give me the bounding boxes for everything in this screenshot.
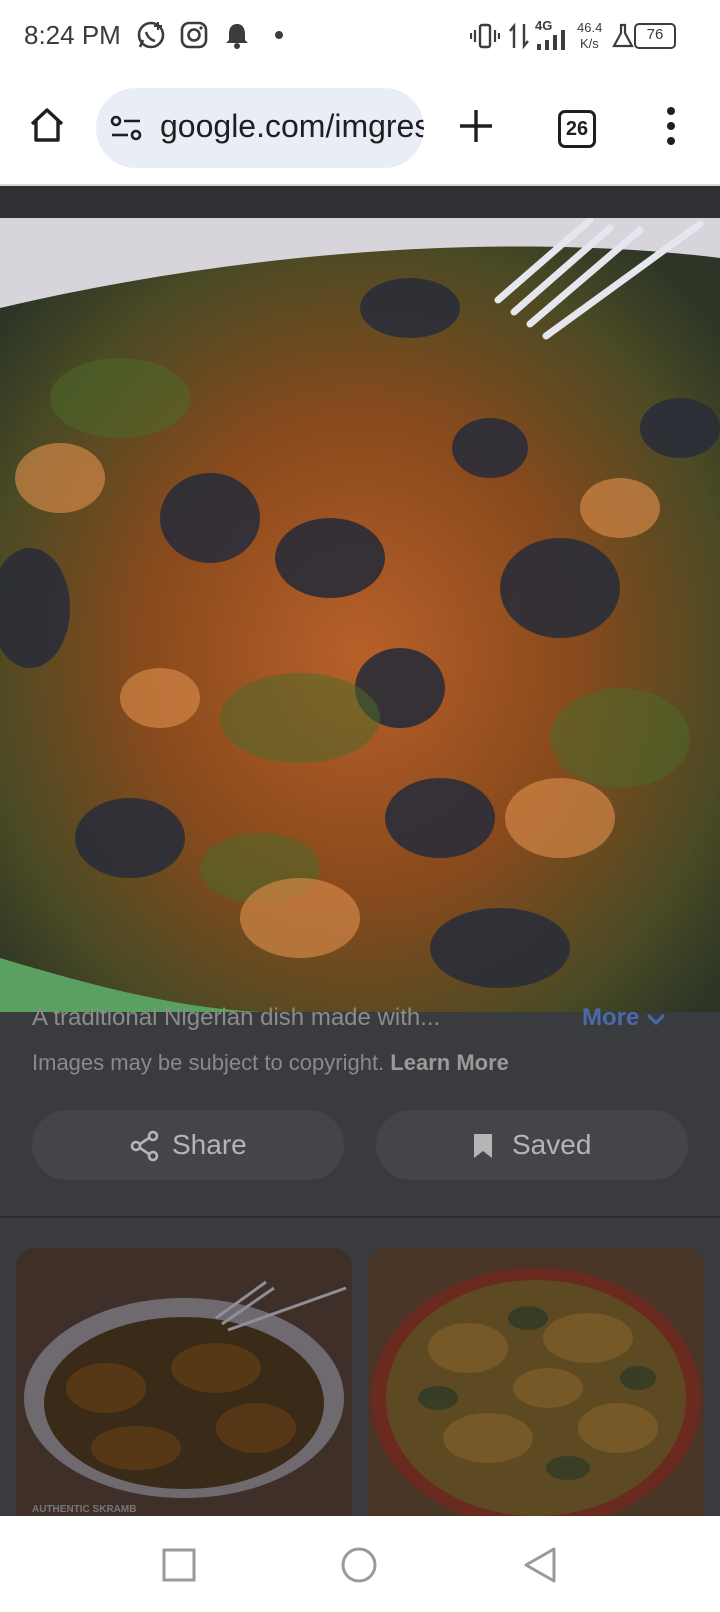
whatsapp-icon (137, 21, 165, 49)
data-transfer-icon (509, 22, 529, 50)
new-tab-icon[interactable] (458, 108, 494, 144)
share-icon (130, 1130, 159, 1162)
recents-icon[interactable] (162, 1548, 196, 1582)
signal-strength-icon (537, 30, 565, 50)
copyright-notice: Images may be subject to copyright. Lear… (32, 1050, 509, 1076)
network-speed-value: 46.4 (577, 20, 603, 35)
learn-more-link[interactable]: Learn More (390, 1050, 509, 1075)
related-image-card[interactable] (368, 1248, 704, 1516)
image-caption: A traditional Nigerian dish made with... (32, 1004, 441, 1031)
notification-bell-icon (226, 24, 248, 49)
copyright-text: Images may be subject to copyright. (32, 1050, 385, 1075)
vibrate-icon (470, 23, 500, 49)
related-images-grid: AUTHENTIC SKRAMB (0, 1218, 720, 1516)
battery-indicator: 76 (634, 23, 676, 49)
network-speed-unit: K/s (580, 36, 599, 51)
status-bar: 8:24 PM 4G 46.4 K/s 76 (0, 0, 720, 76)
related-image-1: AUTHENTIC SKRAMB (16, 1248, 352, 1516)
food-photo (0, 218, 720, 1012)
home-circle-icon[interactable] (340, 1546, 378, 1584)
related-image-card[interactable]: AUTHENTIC SKRAMB (16, 1248, 352, 1516)
more-label: More (582, 1004, 640, 1031)
image-info-panel: A traditional Nigerian dish made with...… (0, 1004, 720, 1216)
battery-level: 76 (646, 26, 664, 43)
tab-switcher-button[interactable]: 26 (558, 110, 596, 148)
url-text[interactable]: google.com/imgres (160, 108, 424, 145)
share-label: Share (172, 1129, 247, 1160)
dot-indicator-icon (275, 31, 283, 39)
instagram-icon (180, 21, 208, 49)
site-info-icon[interactable] (110, 114, 142, 142)
saved-label: Saved (512, 1129, 592, 1160)
back-icon[interactable] (522, 1546, 558, 1584)
system-navigation-bar (0, 1516, 720, 1612)
page-header-band (0, 186, 720, 218)
bookmark-icon (474, 1134, 492, 1158)
saved-button[interactable]: Saved (376, 1110, 688, 1180)
share-button[interactable]: Share (32, 1110, 344, 1180)
browser-toolbar: google.com/imgres 26 (0, 76, 720, 186)
url-bar[interactable]: google.com/imgres (96, 88, 424, 168)
related-image-watermark: AUTHENTIC SKRAMB (32, 1504, 136, 1515)
food-image-preview[interactable] (0, 218, 720, 1012)
more-link[interactable]: More (582, 1004, 666, 1032)
home-icon[interactable] (28, 106, 66, 144)
lab-flask-icon (612, 23, 634, 48)
clock: 8:24 PM (24, 20, 121, 50)
more-options-icon[interactable] (664, 106, 678, 146)
related-image-2 (368, 1248, 704, 1516)
chevron-down-icon (646, 1013, 666, 1025)
